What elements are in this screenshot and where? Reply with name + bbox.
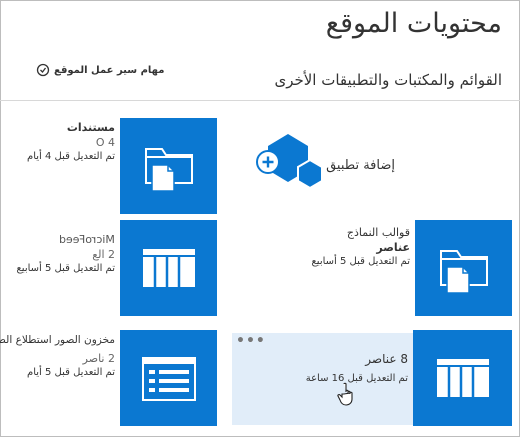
add-app-button[interactable]: إضافة تطبيق bbox=[225, 130, 415, 200]
tile-name[interactable]: مخزون الصور استطلاع الصور bbox=[0, 333, 115, 347]
folder-document-icon bbox=[144, 148, 193, 192]
more-options-button[interactable]: ••• bbox=[236, 333, 266, 349]
survey-info: 8 عناصر تم التعديل قبل 16 ساعة bbox=[258, 352, 408, 386]
section-title: القوائم والمكتبات والتطبيقات الأخرى bbox=[274, 71, 502, 89]
hand-cursor-icon bbox=[337, 382, 353, 406]
picture-library-info: مخزون الصور استطلاع الصور 2 ناصر تم التع… bbox=[0, 333, 115, 380]
tile-count: 2 ناصر bbox=[82, 352, 115, 365]
tile-count: عناصر bbox=[376, 241, 410, 254]
tile-name[interactable]: MicroFeed bbox=[59, 233, 115, 247]
folder-document-icon bbox=[439, 250, 488, 294]
list-icon bbox=[436, 359, 489, 397]
survey-tile[interactable] bbox=[413, 330, 512, 426]
tile-count: 2 الع bbox=[92, 248, 115, 261]
documents-info: مستندات 4 O تم التعديل قبل 4 أيام bbox=[0, 121, 115, 164]
picture-library-tile[interactable] bbox=[120, 330, 217, 426]
header-divider bbox=[0, 100, 520, 101]
tile-count: 4 O bbox=[95, 136, 115, 149]
tile-name[interactable]: مستندات bbox=[0, 121, 115, 135]
add-app-label: إضافة تطبيق bbox=[326, 157, 395, 173]
tile-modified: تم التعديل قبل 4 أيام bbox=[27, 151, 115, 162]
picture-library-icon bbox=[141, 357, 196, 401]
tile-modified: تم التعديل قبل 5 أسابيع bbox=[16, 263, 115, 274]
form-templates-tile[interactable] bbox=[415, 220, 512, 316]
add-app-hexagon-icon bbox=[256, 134, 324, 190]
site-workflows-label: مهام سير عمل الموقع bbox=[54, 64, 165, 76]
microfeed-tile[interactable] bbox=[120, 220, 217, 316]
list-icon bbox=[142, 249, 195, 287]
tile-name[interactable]: قوالب النماذج bbox=[290, 226, 410, 240]
form-templates-info: قوالب النماذج عناصر تم التعديل قبل 5 أسا… bbox=[290, 226, 410, 269]
microfeed-info: MicroFeed 2 الع تم التعديل قبل 5 أسابيع bbox=[0, 228, 115, 276]
tile-name[interactable]: 8 عناصر bbox=[258, 352, 408, 366]
documents-tile[interactable] bbox=[120, 118, 217, 214]
page-title: محتويات الموقع bbox=[325, 8, 502, 39]
tile-modified: تم التعديل قبل 16 ساعة bbox=[305, 373, 408, 384]
tile-modified: تم التعديل قبل 5 أسابيع bbox=[311, 256, 410, 267]
workflow-icon bbox=[36, 63, 50, 77]
site-workflows-link[interactable]: مهام سير عمل الموقع bbox=[36, 63, 164, 77]
tile-modified: تم التعديل قبل 5 أيام bbox=[27, 367, 115, 378]
